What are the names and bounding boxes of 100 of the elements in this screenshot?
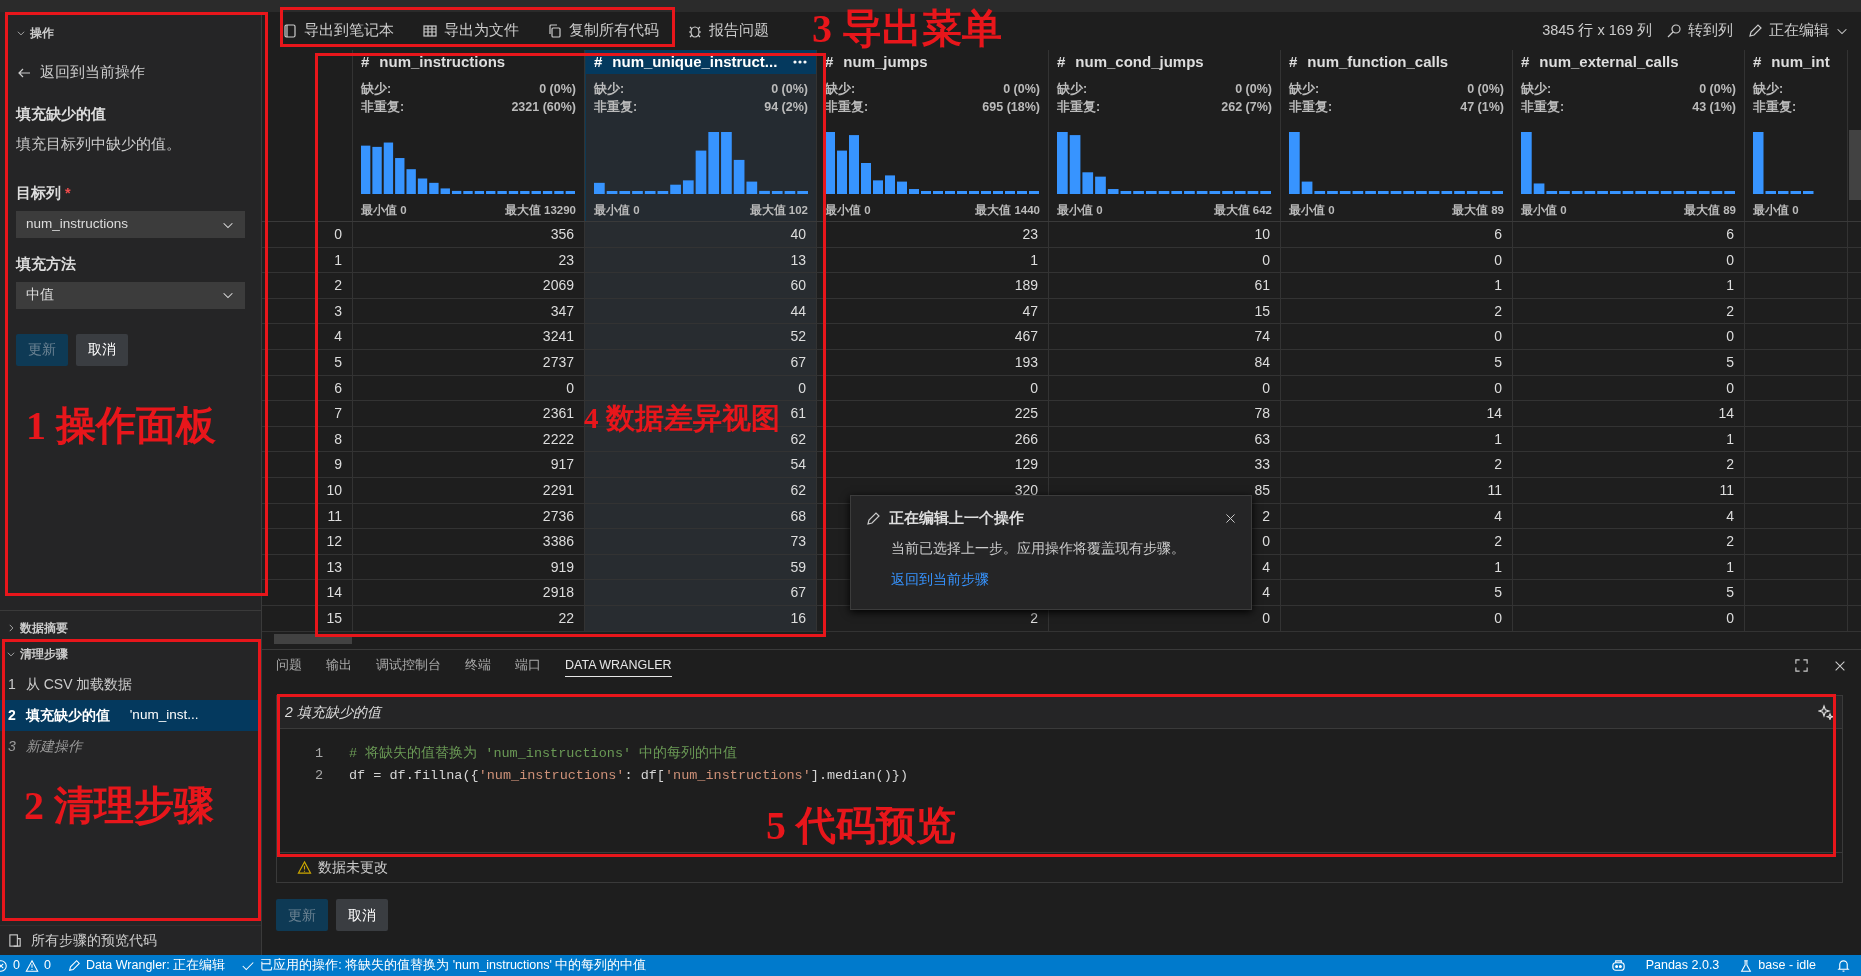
error-count[interactable]: 0: [13, 956, 20, 975]
toolbar-button[interactable]: 报告问题: [687, 20, 769, 42]
min-label: 最小值 0: [1057, 203, 1103, 218]
robot-icon[interactable]: [1610, 958, 1626, 973]
toolbar-button[interactable]: 导出到笔记本: [282, 20, 394, 42]
return-link[interactable]: 返回到当前步骤: [891, 568, 989, 590]
preview-code-link[interactable]: 所有步骤的预览代码: [31, 930, 157, 951]
column-header[interactable]: # num_jumps: [817, 50, 1048, 74]
column-header[interactable]: # num_function_calls: [1281, 50, 1512, 74]
table-cell: 0: [817, 375, 1049, 401]
panel-tab[interactable]: 调试控制台: [376, 654, 441, 677]
stat-label: 缺少:: [1057, 81, 1088, 98]
close-icon[interactable]: [1224, 512, 1237, 526]
go-to-column-button[interactable]: 转到列: [1666, 20, 1733, 42]
vertical-scrollbar-thumb[interactable]: [1849, 130, 1861, 200]
table-cell: 11: [1281, 477, 1513, 503]
section-header[interactable]: 数据摘要: [20, 619, 68, 637]
panel-tab[interactable]: DATA WRANGLER: [565, 653, 672, 678]
warning-icon[interactable]: [24, 958, 39, 973]
pencil-icon: [865, 510, 881, 527]
table-cell: 189: [817, 273, 1049, 298]
histogram-bar: [1017, 191, 1027, 194]
warning-icon: [297, 860, 312, 875]
histogram-bar: [1803, 191, 1814, 194]
column-header[interactable]: # num_external_calls: [1513, 50, 1744, 74]
stat-value: 43 (1%): [1692, 99, 1736, 116]
status-item[interactable]: base - idle: [1758, 956, 1816, 975]
stat-label: 缺少:: [594, 81, 625, 98]
histogram-bar: [708, 132, 720, 194]
maximize-icon[interactable]: [1794, 658, 1809, 673]
column-header[interactable]: # num_unique_instruct...: [586, 50, 816, 74]
step-item[interactable]: 1 从 CSV 加载数据: [0, 669, 261, 700]
max-label: 最大值 13290: [504, 203, 576, 218]
horizontal-scrollbar-thumb[interactable]: [274, 634, 352, 644]
histogram-bar: [849, 135, 859, 194]
stat-label: 非重复:: [361, 99, 405, 116]
table-cell: 225: [817, 401, 1049, 426]
warning-count[interactable]: 0: [43, 956, 51, 975]
table-cell: 16: [585, 605, 817, 631]
back-link[interactable]: 返回到当前操作: [40, 62, 145, 84]
toolbar-button[interactable]: 导出为文件: [422, 20, 519, 42]
stat-value: 0 (0%): [1235, 81, 1272, 98]
operation-title: 填充缺少的值: [16, 104, 107, 124]
histogram-bar: [969, 191, 979, 194]
chevron-right-icon[interactable]: [6, 623, 16, 633]
panel-tab[interactable]: 终端: [465, 654, 491, 677]
pencil-icon: [66, 958, 81, 973]
table-cell: 2: [1281, 529, 1513, 554]
section-header[interactable]: 清理步骤: [20, 645, 68, 663]
status-item[interactable]: 已应用的操作: 将缺失的值替换为 'num_instructions' 中的每列的中值: [260, 956, 647, 975]
histogram-bar: [957, 191, 967, 194]
status-item[interactable]: Data Wrangler: 正在编辑: [85, 956, 226, 975]
panel-tab[interactable]: 输出: [326, 654, 352, 677]
bell-icon[interactable]: [1836, 958, 1851, 973]
column-header[interactable]: # num_cond_jumps: [1049, 50, 1280, 74]
table-cell: 15: [1049, 298, 1281, 324]
dropdown-field[interactable]: 中值: [16, 281, 245, 309]
histogram-bar: [1057, 132, 1068, 194]
mode-dropdown[interactable]: 正在编辑: [1747, 20, 1849, 42]
table-cell: 84: [1049, 349, 1281, 375]
row-index: 1: [262, 247, 353, 273]
histogram-bar: [1005, 191, 1015, 194]
operation-description: 填充目标列中缺少的值。: [16, 134, 182, 154]
step-item[interactable]: 3 新建操作: [0, 731, 261, 762]
histogram-bar: [837, 150, 847, 194]
column-header[interactable]: # num_int: [1745, 50, 1847, 74]
toolbar-button[interactable]: 复制所有代码: [547, 20, 659, 42]
stat-label: 非重复:: [1057, 99, 1101, 116]
table-cell: 62: [585, 477, 817, 503]
stat-label: 非重复:: [1521, 99, 1565, 116]
code-line: # 将缺失的值替换为 'num_instructions' 中的每列的中值: [349, 744, 738, 763]
table-cell: 0: [1281, 247, 1513, 273]
code-line: df = df.fillna({'num_instructions': df['num_instructions'].median()}): [349, 766, 908, 785]
row-index: 15: [262, 605, 353, 631]
stat-label: 缺少:: [361, 81, 392, 98]
table-cell: 1: [817, 247, 1049, 273]
row-index: 9: [262, 452, 353, 477]
chevron-down-icon[interactable]: [16, 28, 26, 38]
copy-icon: [547, 23, 563, 39]
panel-tab[interactable]: 问题: [276, 654, 302, 677]
code-preview-icon[interactable]: [8, 933, 23, 948]
table-cell: 0: [1513, 247, 1745, 273]
cancel-button[interactable]: 取消: [336, 899, 388, 931]
sparkle-icon[interactable]: [1818, 704, 1834, 720]
required-mark: *: [65, 184, 71, 204]
panel-tab[interactable]: 端口: [515, 654, 541, 677]
table-cell: 60: [585, 273, 817, 298]
table-cell: 5: [1513, 349, 1745, 375]
column-header[interactable]: # num_instructions: [353, 50, 584, 74]
dropdown-field[interactable]: num_instructions: [16, 211, 245, 238]
max-label: 最大值 89: [1684, 203, 1736, 218]
chevron-down-icon[interactable]: [6, 649, 16, 659]
table-cell: 4: [1513, 503, 1745, 529]
status-item[interactable]: Pandas 2.0.3: [1645, 956, 1720, 975]
cancel-button[interactable]: 取消: [76, 333, 128, 366]
step-item[interactable]: 2 填充缺少的值 'num_inst...: [0, 700, 261, 731]
section-header[interactable]: 操作: [30, 24, 54, 42]
table-cell: 33: [1049, 452, 1281, 477]
table-cell: 266: [817, 426, 1049, 452]
dimensions-label: 3845 行 x 169 列: [1542, 21, 1652, 41]
